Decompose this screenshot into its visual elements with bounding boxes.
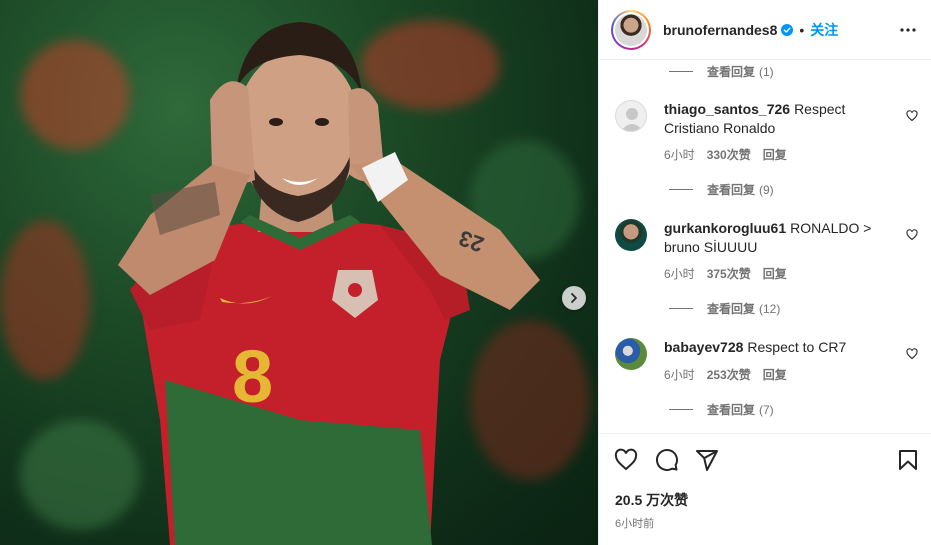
comment-username[interactable]: babayev728 <box>664 339 743 355</box>
view-replies-button[interactable]: 查看回复 (12) <box>669 300 780 317</box>
commenter-avatar[interactable] <box>615 100 647 132</box>
next-media-button[interactable] <box>562 286 586 310</box>
replies-line <box>669 189 693 190</box>
view-replies-button[interactable]: 查看回复 (1) <box>669 63 774 80</box>
view-replies-count: (12) <box>759 301 781 316</box>
bookmark-icon[interactable] <box>896 448 920 472</box>
reply-button[interactable]: 回复 <box>763 366 787 383</box>
comment-text: Respect to CR7 <box>747 339 847 355</box>
post-username[interactable]: brunofernandes8 <box>663 22 777 38</box>
avatar[interactable] <box>611 9 651 50</box>
replies-line <box>669 409 693 410</box>
comment-heart-icon[interactable] <box>906 348 918 360</box>
view-replies-label: 查看回复 <box>707 65 756 79</box>
comment-likes[interactable]: 330次赞 <box>707 146 751 163</box>
comment-time[interactable]: 6小时 <box>664 366 695 383</box>
post-header: brunofernandes8 • 关注 <box>599 0 931 60</box>
view-replies-button[interactable]: 查看回复 (7) <box>669 401 774 418</box>
comment-username[interactable]: thiago_santos_726 <box>664 101 790 117</box>
more-icon[interactable] <box>899 22 917 38</box>
view-replies-label: 查看回复 <box>707 183 756 197</box>
comment-username[interactable]: gurkankorogluu61 <box>664 220 786 236</box>
view-replies-count: (1) <box>759 64 774 79</box>
commenter-avatar[interactable] <box>615 338 647 370</box>
view-replies-label: 查看回复 <box>707 302 756 316</box>
avatar-image <box>615 13 647 46</box>
view-replies-button[interactable]: 查看回复 (9) <box>669 181 774 198</box>
verified-icon <box>781 23 794 36</box>
comment-time[interactable]: 6小时 <box>664 146 695 163</box>
post-likes-count[interactable]: 20.5 万次赞 <box>615 490 688 510</box>
follow-button[interactable]: 关注 <box>810 20 838 40</box>
player-photo: 23 8 <box>118 22 540 545</box>
reply-button[interactable]: 回复 <box>763 265 787 282</box>
replies-line <box>669 71 693 72</box>
chevron-right-icon <box>571 293 577 303</box>
comment-likes[interactable]: 253次赞 <box>707 366 751 383</box>
comment-time[interactable]: 6小时 <box>664 265 695 282</box>
comment-icon[interactable] <box>655 448 679 472</box>
replies-line <box>669 308 693 309</box>
post-timestamp[interactable]: 6小时前 <box>615 515 654 531</box>
post-actions: 20.5 万次赞 6小时前 <box>599 433 931 545</box>
heart-icon[interactable] <box>614 448 638 472</box>
comment-likes[interactable]: 375次赞 <box>707 265 751 282</box>
comment-heart-icon[interactable] <box>906 229 918 241</box>
view-replies-count: (7) <box>759 402 774 417</box>
jersey-number: 8 <box>232 335 273 418</box>
default-avatar-icon <box>621 108 643 131</box>
post-sidebar: brunofernandes8 • 关注 查看回复 (1) thiago_san… <box>598 0 931 545</box>
view-replies-label: 查看回复 <box>707 403 756 417</box>
share-icon[interactable] <box>695 448 719 472</box>
reply-button[interactable]: 回复 <box>763 146 787 163</box>
comments-list[interactable]: 查看回复 (1) thiago_santos_726 Respect Cristi… <box>599 61 931 433</box>
post-media[interactable]: 23 8 <box>0 0 598 545</box>
separator-dot: • <box>799 21 805 38</box>
comment-heart-icon[interactable] <box>906 110 918 122</box>
view-replies-count: (9) <box>759 182 774 197</box>
commenter-avatar[interactable] <box>615 219 647 251</box>
